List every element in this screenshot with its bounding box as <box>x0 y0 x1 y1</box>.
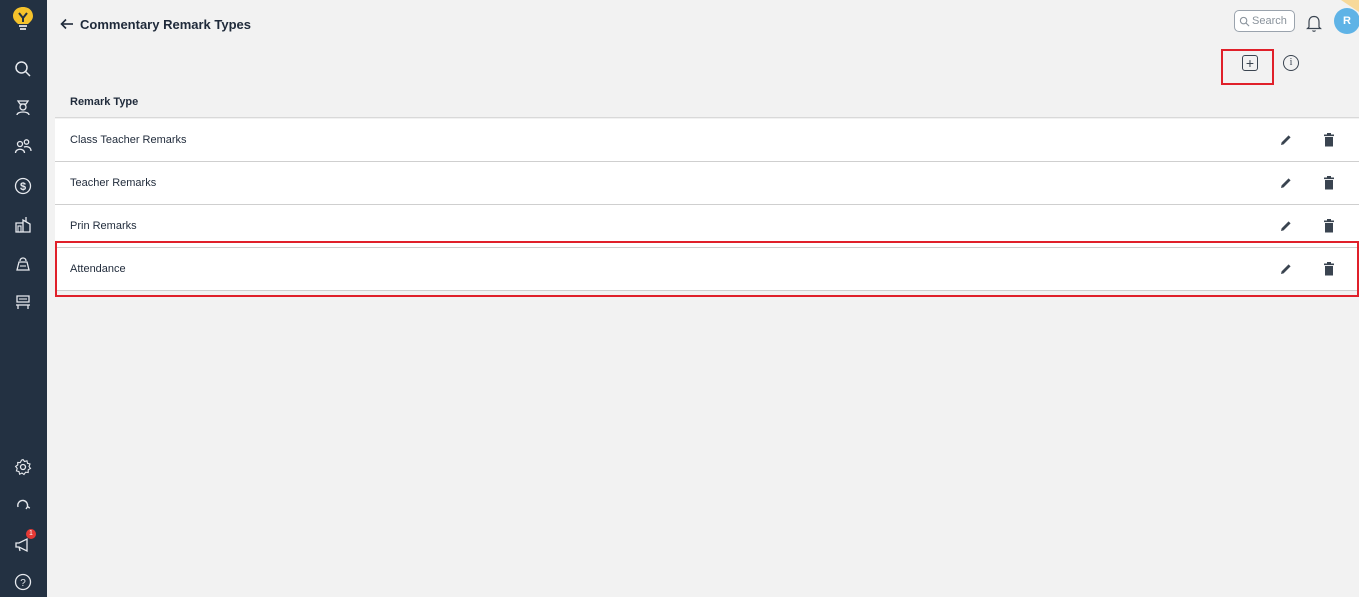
classroom-icon[interactable] <box>12 291 34 313</box>
gear-icon[interactable] <box>12 456 34 478</box>
megaphone-icon[interactable]: 1 <box>12 529 36 555</box>
top-bar: Commentary Remark Types Search R <box>47 0 1359 48</box>
remark-type-label: Class Teacher Remarks <box>70 134 187 146</box>
info-icon[interactable]: i <box>1283 55 1299 71</box>
remark-type-label: Teacher Remarks <box>70 177 157 189</box>
users-icon[interactable] <box>12 135 34 157</box>
highlight-box <box>1221 49 1274 85</box>
svg-text:?: ? <box>20 578 26 589</box>
remark-type-label: Prin Remarks <box>70 220 137 232</box>
search-icon <box>1239 16 1250 26</box>
svg-text:$: $ <box>20 181 26 193</box>
search-input[interactable]: Search <box>1234 10 1295 32</box>
remark-type-label: Attendance <box>70 263 126 275</box>
delete-trash-icon[interactable] <box>1323 219 1335 233</box>
table-row: Class Teacher Remarks <box>55 119 1359 162</box>
sidebar: $ 1 ? <box>0 0 47 597</box>
dollar-icon[interactable]: $ <box>12 175 34 197</box>
search-icon[interactable] <box>12 58 34 80</box>
student-icon[interactable] <box>12 96 34 118</box>
delete-trash-icon[interactable] <box>1323 176 1335 190</box>
edit-pencil-icon[interactable] <box>1279 219 1293 233</box>
edit-pencil-icon[interactable] <box>1279 133 1293 147</box>
school-icon[interactable] <box>12 213 34 235</box>
table-row: Prin Remarks <box>55 205 1359 248</box>
bag-icon[interactable] <box>12 252 34 274</box>
search-placeholder: Search <box>1252 15 1287 27</box>
page-title: Commentary Remark Types <box>80 17 251 32</box>
bell-icon[interactable] <box>1305 13 1323 33</box>
table-row: Attendance <box>55 248 1359 291</box>
app-logo[interactable] <box>11 6 35 32</box>
delete-trash-icon[interactable] <box>1323 133 1335 147</box>
notification-badge: 1 <box>26 529 36 539</box>
table-header: Remark Type <box>55 90 1359 118</box>
refresh-icon[interactable] <box>12 494 34 516</box>
edit-pencil-icon[interactable] <box>1279 176 1293 190</box>
table-row: Teacher Remarks <box>55 162 1359 205</box>
avatar[interactable]: R <box>1334 8 1359 34</box>
back-arrow-icon[interactable] <box>59 16 75 32</box>
column-header-remark-type: Remark Type <box>70 96 139 108</box>
help-icon[interactable]: ? <box>12 571 34 593</box>
edit-pencil-icon[interactable] <box>1279 262 1293 276</box>
delete-trash-icon[interactable] <box>1323 262 1335 276</box>
